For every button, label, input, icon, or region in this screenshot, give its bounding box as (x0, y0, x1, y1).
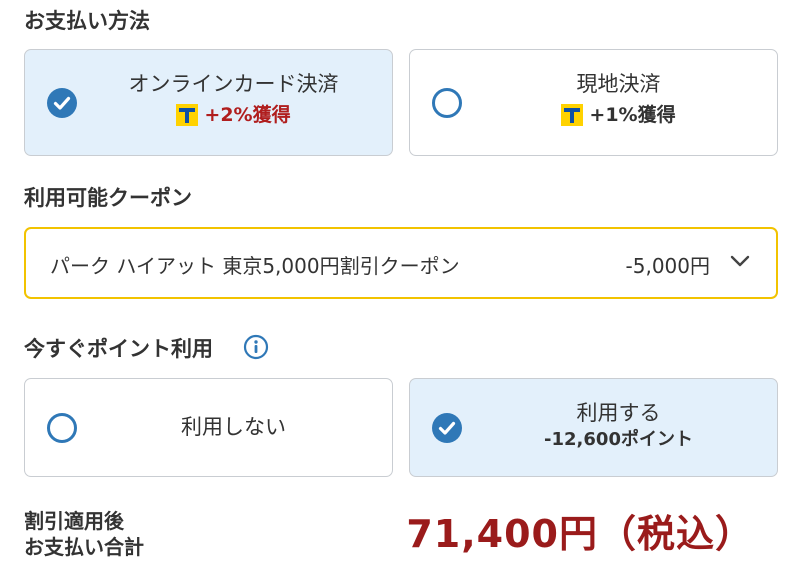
payment-option-on-site[interactable]: 現地決済 +1%獲得 (409, 49, 778, 156)
payment-option-online-card[interactable]: オンラインカード決済 +2%獲得 (24, 49, 393, 156)
payment-option-label: オンラインカード決済 (128, 72, 339, 96)
total-amount: 71,400円（税込） (406, 512, 754, 556)
coupon-select[interactable]: パーク ハイアット 東京5,000円割引クーポン -5,000円 (24, 227, 778, 299)
payment-section-title: お支払い方法 (24, 9, 150, 33)
t-point-icon (561, 104, 584, 126)
check-circle-icon[interactable] (432, 413, 462, 443)
check-circle-icon[interactable] (47, 88, 77, 118)
points-option-use[interactable]: 利用する -12,600ポイント (409, 378, 778, 477)
t-point-icon (176, 104, 199, 126)
coupon-section-title: 利用可能クーポン (24, 186, 192, 210)
payment-option-label: 現地決済 (576, 72, 661, 96)
points-use-detail: -12,600ポイント (544, 429, 693, 450)
points-earned-label: +1%獲得 (589, 104, 676, 126)
points-option-label: 利用する (576, 401, 661, 425)
points-option-not-use[interactable]: 利用しない (24, 378, 393, 477)
coupon-amount: -5,000円 (625, 254, 710, 278)
info-icon[interactable] (243, 334, 269, 364)
radio-empty-icon[interactable] (47, 413, 77, 443)
points-earned-label: +2%獲得 (204, 104, 291, 126)
points-option-label: 利用しない (181, 415, 286, 439)
points-section-title: 今すぐポイント利用 (24, 337, 213, 361)
chevron-down-icon[interactable] (730, 253, 750, 272)
radio-empty-icon[interactable] (432, 88, 462, 118)
coupon-name: パーク ハイアット 東京5,000円割引クーポン (50, 254, 460, 278)
total-label: 割引適用後 お支払い合計 (24, 509, 144, 559)
